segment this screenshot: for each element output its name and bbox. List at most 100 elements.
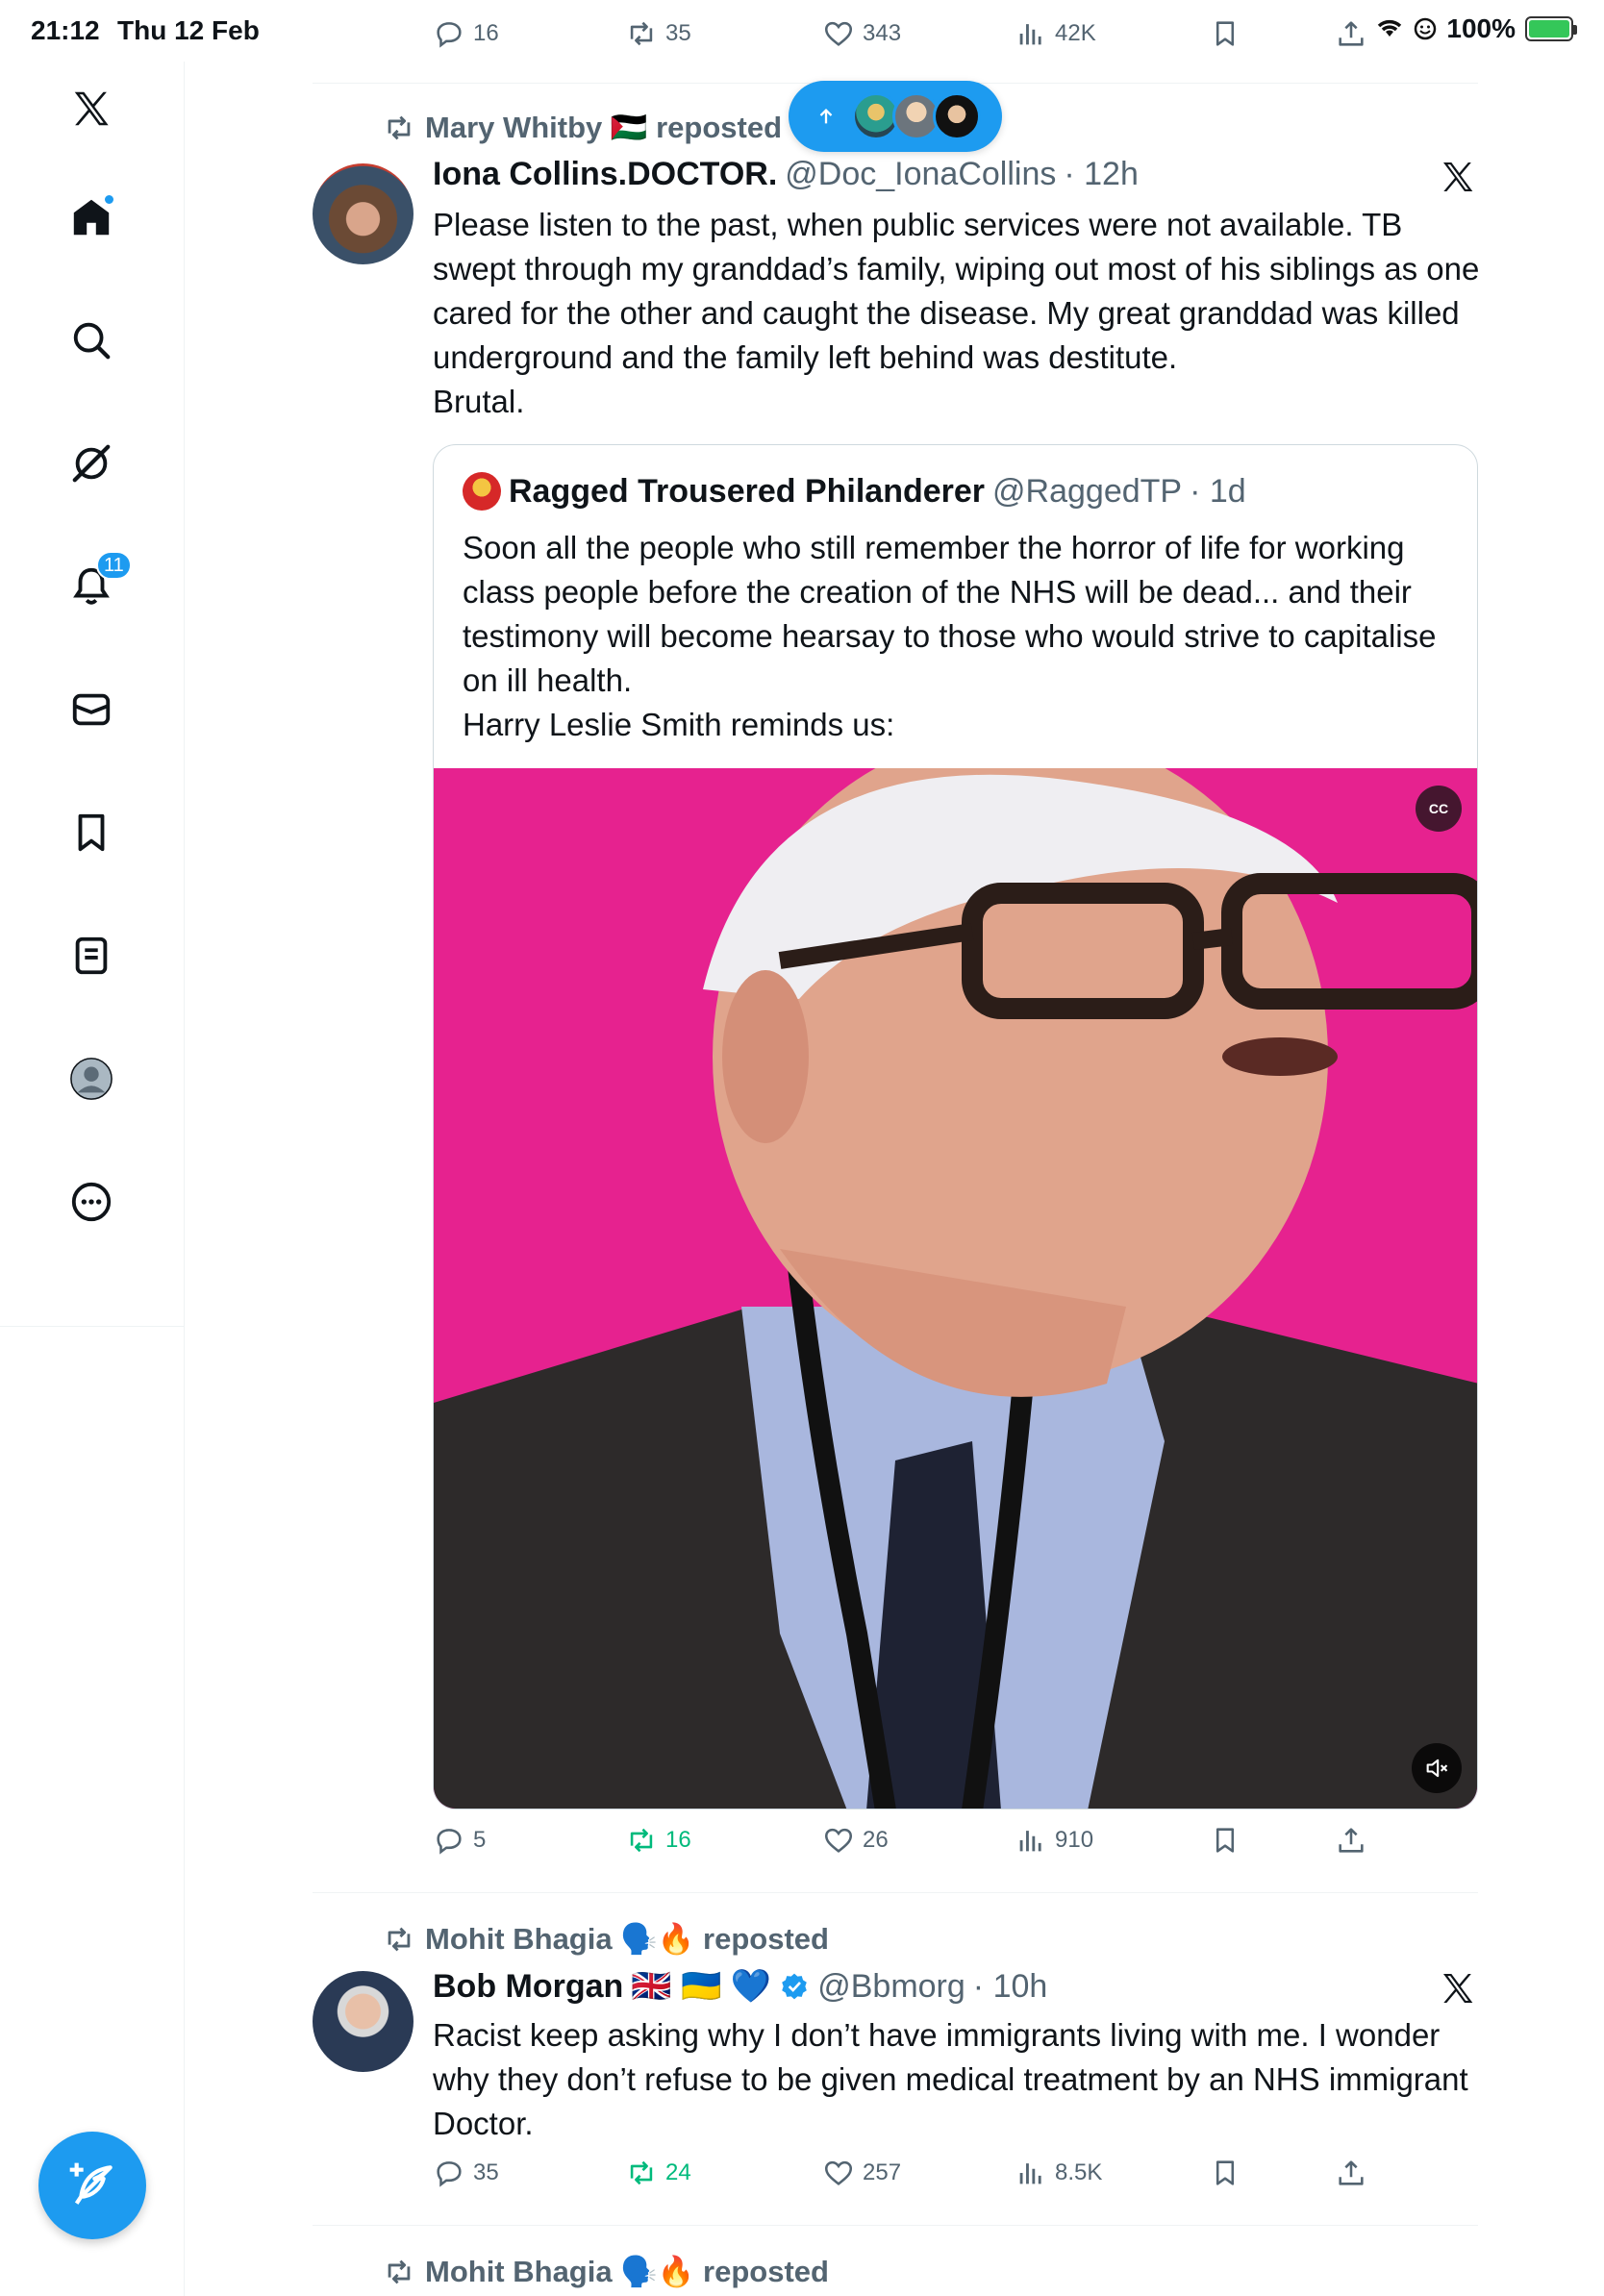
bookmark-icon (1216, 21, 1235, 46)
bookmark-action[interactable] (1209, 17, 1241, 50)
repost-attribution-text: Mohit Bhagia 🗣️🔥 reposted (425, 2255, 829, 2288)
search-icon[interactable] (63, 312, 119, 368)
quote-header: Ragged Trousered Philanderer @RaggedTP ·… (463, 472, 1246, 511)
compose-post-button[interactable] (38, 2132, 146, 2239)
repost-icon (630, 21, 653, 46)
share-icon (1339, 1828, 1364, 1853)
quote-text: Soon all the people who still remember t… (463, 530, 1437, 742)
captions-button[interactable]: CC (1416, 786, 1462, 832)
reply-icon (437, 2161, 462, 2187)
repost-action[interactable]: 24 (625, 2157, 691, 2189)
x-source-icon (1443, 162, 1473, 191)
author-name[interactable]: Iona Collins.DOCTOR. (433, 156, 777, 193)
repost-icon (630, 1828, 653, 1853)
tweet-text: Racist keep asking why I don’t have immi… (433, 2017, 1468, 2141)
views-count: 42K (1055, 20, 1096, 46)
sidebar: 11 (0, 62, 185, 2296)
share-icon (1339, 2160, 1364, 2185)
bookmark-action[interactable] (1209, 1824, 1241, 1857)
repost-attribution[interactable]: Mary Whitby 🇵🇸 reposted (383, 110, 782, 145)
quote-author-name: Ragged Trousered Philanderer (509, 472, 986, 510)
repost-count: 16 (665, 1827, 691, 1853)
x-source-icon (1443, 1974, 1473, 2003)
views-icon (1019, 24, 1041, 45)
arrow-up-icon (819, 108, 833, 124)
sidebar-divider (0, 1326, 185, 1327)
repost-icon (630, 2160, 653, 2185)
repost-icon (388, 115, 411, 139)
wifi-icon (1378, 19, 1402, 37)
share-icon (1339, 21, 1364, 46)
bookmark-icon (1216, 1828, 1235, 1853)
like-action[interactable]: 257 (822, 2157, 901, 2189)
new-post-avatar (933, 92, 981, 140)
verified-badge-icon (782, 1973, 808, 2000)
author-avatar[interactable] (313, 163, 414, 264)
video-frame (434, 768, 1477, 1809)
repost-action[interactable]: 16 (625, 1824, 691, 1857)
author-handle[interactable]: @Doc_IonaCollins (785, 156, 1056, 193)
like-action[interactable]: 343 (822, 17, 901, 50)
bookmark-action[interactable] (1209, 2157, 1241, 2189)
views-action[interactable]: 8.5K (1015, 2157, 1102, 2189)
author-avatar[interactable] (313, 1971, 414, 2072)
home-icon[interactable] (63, 189, 119, 245)
tweet-header: Iona Collins.DOCTOR. @Doc_IonaCollins · … (433, 156, 1139, 193)
status-right: 100% (1375, 13, 1577, 44)
views-count: 910 (1055, 1827, 1094, 1853)
feed-divider (313, 1892, 1478, 1893)
heart-icon (824, 1828, 853, 1853)
reply-action[interactable]: 35 (433, 2157, 499, 2189)
quoted-tweet[interactable]: Ragged Trousered Philanderer @RaggedTP ·… (433, 444, 1478, 1809)
reply-count: 5 (473, 1827, 487, 1853)
grok-icon[interactable] (63, 436, 119, 491)
more-icon[interactable] (63, 1174, 119, 1230)
reply-count: 35 (473, 2159, 499, 2185)
reply-count: 16 (473, 20, 499, 46)
notifications-icon[interactable]: 11 (63, 551, 132, 614)
tweet-time[interactable]: · 12h (1064, 156, 1139, 193)
reply-action[interactable]: 5 (433, 1824, 486, 1857)
repost-icon (388, 2259, 411, 2284)
repost-count: 35 (665, 20, 691, 46)
status-date: Thu 12 Feb (117, 15, 260, 45)
repost-count: 24 (665, 2159, 691, 2185)
lists-icon[interactable] (63, 928, 119, 984)
like-count: 26 (863, 1827, 889, 1853)
views-icon (1019, 1831, 1041, 1852)
mute-button[interactable] (1412, 1743, 1462, 1793)
reply-icon (437, 22, 462, 48)
share-action[interactable] (1335, 2157, 1367, 2189)
views-icon (1019, 2163, 1041, 2184)
quote-author-handle: @RaggedTP (992, 472, 1183, 510)
author-handle[interactable]: @Bbmorg (817, 1968, 965, 2006)
repost-attribution[interactable]: Mohit Bhagia 🗣️🔥 reposted (383, 2254, 829, 2289)
views-action[interactable]: 42K (1015, 17, 1096, 50)
profile-avatar-icon[interactable] (63, 1051, 119, 1107)
battery-percent: 100% (1446, 13, 1516, 43)
bookmarks-icon[interactable] (63, 805, 119, 861)
heart-icon (824, 2160, 853, 2185)
x-logo-icon[interactable] (63, 81, 119, 137)
views-action[interactable]: 910 (1015, 1824, 1093, 1857)
tweet-time[interactable]: · 10h (973, 1968, 1048, 2006)
bookmark-icon (1216, 2160, 1235, 2185)
author-name[interactable]: Bob Morgan (433, 1968, 623, 2006)
share-action[interactable] (1335, 17, 1367, 50)
messages-icon[interactable] (63, 682, 119, 737)
home-unread-dot (103, 193, 115, 206)
repost-action[interactable]: 35 (625, 17, 691, 50)
focus-smiley-icon (1415, 17, 1437, 40)
speaker-muted-icon (1426, 1759, 1448, 1778)
repost-attribution[interactable]: Mohit Bhagia 🗣️🔥 reposted (383, 1921, 829, 1957)
views-count: 8.5K (1055, 2159, 1103, 2185)
quote-time: · 1d (1190, 472, 1246, 510)
repost-attribution-text: Mohit Bhagia 🗣️🔥 reposted (425, 1922, 829, 1956)
share-action[interactable] (1335, 1824, 1367, 1857)
like-action[interactable]: 26 (822, 1824, 889, 1857)
status-time: 21:12 (31, 15, 100, 45)
video-player[interactable]: CC (434, 768, 1477, 1809)
repost-attribution-text: Mary Whitby 🇵🇸 reposted (425, 111, 783, 144)
new-posts-pill[interactable] (789, 81, 1002, 152)
reply-action[interactable]: 16 (433, 17, 499, 50)
